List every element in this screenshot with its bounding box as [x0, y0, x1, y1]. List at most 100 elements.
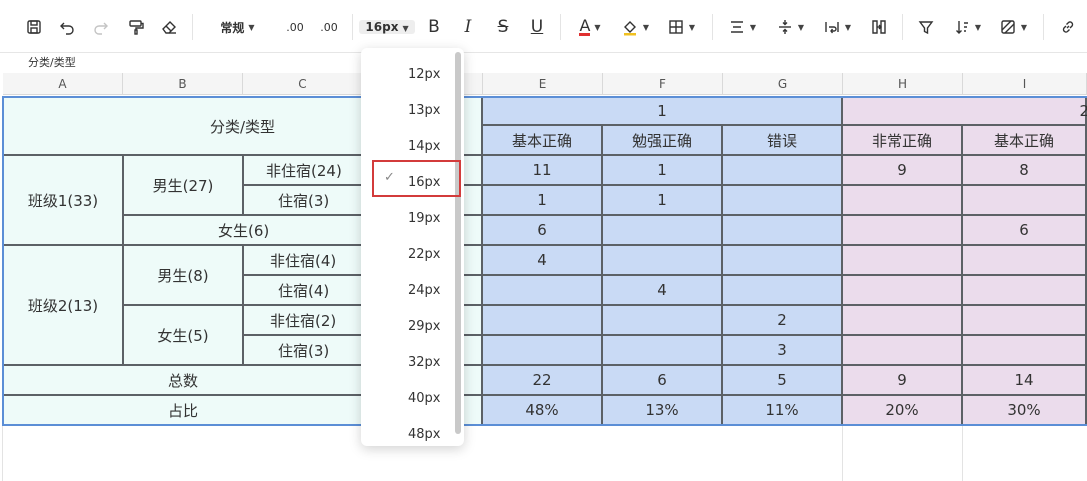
data-cell-basic-correct-2[interactable]	[963, 186, 1087, 216]
increase-decimal-button[interactable]: .00	[316, 16, 342, 38]
font-size-option-24px[interactable]: 24px	[361, 272, 455, 308]
data-cell-basic-correct-2[interactable]	[963, 336, 1087, 366]
data-cell-wrong[interactable]	[723, 246, 843, 276]
data-cell-wrong[interactable]: 5	[723, 366, 843, 396]
data-cell-barely-correct[interactable]	[603, 306, 723, 336]
column-header-h[interactable]: H	[843, 73, 963, 95]
data-cell-basic-correct-2[interactable]: 14	[963, 366, 1087, 396]
data-cell-wrong[interactable]: 2	[723, 306, 843, 336]
text-wrap-button[interactable]: ▼	[820, 16, 854, 38]
redo-icon[interactable]	[91, 16, 111, 38]
eraser-icon[interactable]	[159, 16, 179, 38]
data-cell-barely-correct[interactable]: 13%	[603, 396, 723, 426]
font-size-option-40px[interactable]: 40px	[361, 380, 455, 416]
number-format-select[interactable]: 常规 ▼	[215, 16, 260, 38]
font-size-option-29px[interactable]: 29px	[361, 308, 455, 344]
data-cell-basic-correct-2[interactable]	[963, 276, 1087, 306]
conditional-format-button[interactable]: ▼	[996, 16, 1030, 38]
column-header-f[interactable]: F	[603, 73, 723, 95]
group-1-header[interactable]: 1	[483, 98, 843, 126]
subheader-very-correct[interactable]: 非常正确	[843, 126, 963, 156]
subheader-basic-correct-2[interactable]: 基本正确	[963, 126, 1087, 156]
data-cell-basic-correct[interactable]	[483, 306, 603, 336]
font-size-option-22px[interactable]: 22px	[361, 236, 455, 272]
border-button[interactable]: ▼	[664, 16, 698, 38]
class-2-boys-cell[interactable]: 男生(8)	[124, 246, 244, 306]
data-cell-very-correct[interactable]: 20%	[843, 396, 963, 426]
font-size-option-12px[interactable]: 12px	[361, 56, 455, 92]
data-cell-barely-correct[interactable]: 1	[603, 186, 723, 216]
class-2-cell[interactable]: 班级2(13)	[4, 246, 124, 366]
column-header-c[interactable]: C	[243, 73, 363, 95]
data-cell-wrong[interactable]: 3	[723, 336, 843, 366]
data-cell-barely-correct[interactable]: 4	[603, 276, 723, 306]
data-cell-very-correct[interactable]	[843, 246, 963, 276]
data-cell-basic-correct[interactable]: 22	[483, 366, 603, 396]
subheader-wrong[interactable]: 错误	[723, 126, 843, 156]
italic-button[interactable]: I	[458, 16, 478, 38]
horizontal-align-button[interactable]: ▼	[725, 16, 759, 38]
save-icon[interactable]	[24, 16, 44, 38]
sort-button[interactable]: ▼	[950, 16, 984, 38]
data-cell-very-correct[interactable]	[843, 216, 963, 246]
column-header-e[interactable]: E	[483, 73, 603, 95]
font-size-option-19px[interactable]: 19px	[361, 200, 455, 236]
class-1-boys-cell[interactable]: 男生(27)	[124, 156, 244, 216]
data-cell-basic-correct-2[interactable]: 30%	[963, 396, 1087, 426]
font-size-option-13px[interactable]: 13px	[361, 92, 455, 128]
font-size-option-32px[interactable]: 32px	[361, 344, 455, 380]
data-cell-basic-correct[interactable]	[483, 336, 603, 366]
insert-link-button[interactable]	[1057, 16, 1079, 38]
data-cell-basic-correct[interactable]	[483, 276, 603, 306]
data-cell-basic-correct[interactable]: 11	[483, 156, 603, 186]
data-cell-wrong[interactable]	[723, 156, 843, 186]
data-cell-barely-correct[interactable]: 6	[603, 366, 723, 396]
data-cell-very-correct[interactable]: 9	[843, 156, 963, 186]
format-painter-icon[interactable]	[126, 16, 146, 38]
class-1-cell[interactable]: 班级1(33)	[4, 156, 124, 246]
formula-bar[interactable]: 分类/类型	[0, 52, 1087, 72]
data-cell-wrong[interactable]	[723, 186, 843, 216]
column-header-g[interactable]: G	[723, 73, 843, 95]
undo-icon[interactable]	[57, 16, 77, 38]
data-cell-basic-correct[interactable]: 4	[483, 246, 603, 276]
data-cell-wrong[interactable]: 11%	[723, 396, 843, 426]
subheader-barely-correct[interactable]: 勉强正确	[603, 126, 723, 156]
data-cell-basic-correct-2[interactable]: 8	[963, 156, 1087, 186]
underline-button[interactable]: U	[527, 16, 547, 38]
data-cell-wrong[interactable]	[723, 216, 843, 246]
data-cell-basic-correct-2[interactable]	[963, 246, 1087, 276]
dropdown-scrollbar[interactable]	[455, 52, 461, 434]
font-size-option-48px[interactable]: 48px	[361, 416, 455, 452]
font-color-button[interactable]: A ▼	[573, 16, 607, 38]
data-cell-basic-correct[interactable]: 1	[483, 186, 603, 216]
column-header-b[interactable]: B	[123, 73, 243, 95]
data-cell-very-correct[interactable]	[843, 276, 963, 306]
class-2-girls-cell[interactable]: 女生(5)	[124, 306, 244, 366]
font-size-option-14px[interactable]: 14px	[361, 128, 455, 164]
data-cell-basic-correct-2[interactable]: 6	[963, 216, 1087, 246]
column-header-i[interactable]: I	[963, 73, 1087, 95]
data-cell-wrong[interactable]	[723, 276, 843, 306]
data-cell-basic-correct[interactable]: 48%	[483, 396, 603, 426]
data-cell-very-correct[interactable]	[843, 186, 963, 216]
data-cell-barely-correct[interactable]	[603, 246, 723, 276]
decrease-decimal-button[interactable]: .00	[282, 16, 308, 38]
merge-cells-button[interactable]	[868, 16, 890, 38]
data-cell-very-correct[interactable]	[843, 336, 963, 366]
data-cell-very-correct[interactable]	[843, 306, 963, 336]
data-cell-barely-correct[interactable]: 1	[603, 156, 723, 186]
data-cell-basic-correct[interactable]: 6	[483, 216, 603, 246]
subheader-basic-correct[interactable]: 基本正确	[483, 126, 603, 156]
strikethrough-button[interactable]: S	[493, 16, 513, 38]
vertical-align-button[interactable]: ▼	[773, 16, 807, 38]
data-cell-barely-correct[interactable]	[603, 216, 723, 246]
fill-color-button[interactable]: ▼	[618, 16, 652, 38]
data-cell-very-correct[interactable]: 9	[843, 366, 963, 396]
group-2-header[interactable]: 2	[843, 98, 1087, 126]
filter-button[interactable]	[915, 16, 937, 38]
data-cell-basic-correct-2[interactable]	[963, 306, 1087, 336]
data-cell-barely-correct[interactable]	[603, 336, 723, 366]
bold-button[interactable]: B	[424, 16, 444, 38]
font-size-select[interactable]: 16px ▼	[359, 16, 415, 38]
